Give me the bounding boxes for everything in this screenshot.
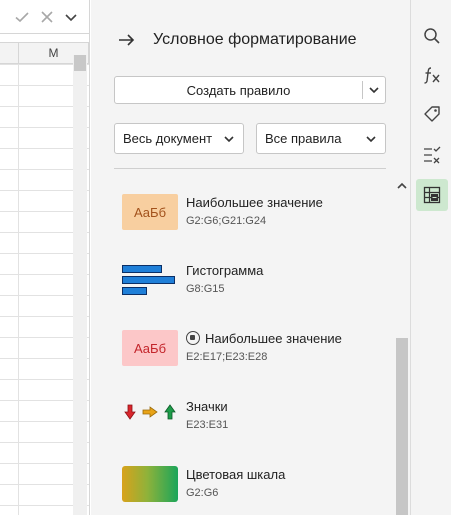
panel-title: Условное форматирование bbox=[153, 31, 357, 48]
format-preview: АаБб bbox=[122, 194, 178, 230]
green-up-arrow-icon bbox=[162, 404, 178, 420]
rule-range: G8:G15 bbox=[186, 283, 225, 295]
rule-range: G2:G6;G21:G24 bbox=[186, 215, 267, 227]
panel-scrollbar-thumb[interactable] bbox=[396, 338, 408, 515]
right-tool-rail bbox=[410, 0, 451, 515]
arrow-right-icon[interactable] bbox=[117, 30, 137, 50]
rule-range: G2:G6 bbox=[186, 487, 219, 499]
rule-name: Значки bbox=[186, 399, 228, 414]
formula-bar bbox=[0, 0, 89, 34]
red-down-arrow-icon bbox=[122, 404, 138, 420]
create-rule-button[interactable]: Создать правило bbox=[114, 76, 386, 104]
sheet-scrollbar-thumb[interactable] bbox=[74, 55, 86, 71]
list-item[interactable]: Значки E23:E31 bbox=[122, 398, 382, 458]
checklist-icon[interactable] bbox=[416, 139, 448, 171]
format-preview: АаБб bbox=[122, 330, 178, 366]
orange-right-arrow-icon bbox=[142, 404, 158, 420]
list-item[interactable]: АаБб Наибольшее значение G2:G6;G21:G24 bbox=[122, 194, 382, 254]
chevron-down-icon[interactable] bbox=[363, 77, 385, 103]
list-item[interactable]: Цветовая шкала G2:G6 bbox=[122, 466, 382, 515]
spreadsheet-area: M bbox=[0, 0, 90, 515]
function-icon[interactable] bbox=[416, 59, 448, 91]
rule-name: Наибольшее значение bbox=[205, 331, 342, 346]
rules-filter-dropdown[interactable]: Все правила bbox=[256, 123, 386, 154]
chevron-up-icon[interactable] bbox=[395, 180, 409, 194]
data-bar bbox=[122, 287, 147, 295]
panel-header: Условное форматирование bbox=[117, 28, 357, 52]
sheet-vertical-scrollbar[interactable] bbox=[73, 55, 87, 515]
data-bar bbox=[122, 276, 175, 284]
chevron-down-icon bbox=[361, 129, 381, 149]
create-rule-label: Создать правило bbox=[186, 82, 291, 98]
rule-name: Цветовая шкала bbox=[186, 467, 286, 482]
scope-dropdown-value: Весь документ bbox=[123, 131, 213, 146]
column-header-previous[interactable] bbox=[0, 43, 19, 63]
rule-name: Наибольшее значение bbox=[186, 195, 323, 210]
conditional-formatting-icon[interactable] bbox=[416, 179, 448, 211]
color-scale-preview bbox=[122, 466, 178, 502]
rule-name: Гистограмма bbox=[186, 263, 264, 278]
tag-icon[interactable] bbox=[416, 98, 448, 130]
close-icon[interactable] bbox=[39, 9, 55, 25]
search-icon[interactable] bbox=[416, 20, 448, 52]
conditional-formatting-panel: Условное форматирование Создать правило … bbox=[91, 0, 410, 515]
rule-range: E2:E17;E23:E28 bbox=[186, 351, 268, 363]
list-item[interactable]: Гистограмма G8:G15 bbox=[122, 262, 382, 322]
chevron-down-icon[interactable] bbox=[63, 9, 79, 25]
rules-filter-value: Все правила bbox=[265, 131, 342, 146]
list-item[interactable]: АаБб Наибольшее значение E2:E17;E23:E28 bbox=[122, 330, 382, 390]
scope-dropdown[interactable]: Весь документ bbox=[114, 123, 244, 154]
divider bbox=[114, 168, 386, 169]
data-bar bbox=[122, 265, 162, 273]
stop-if-true-icon bbox=[186, 331, 200, 345]
icon-set-preview bbox=[122, 402, 178, 422]
chevron-down-icon bbox=[219, 129, 239, 149]
rule-range: E23:E31 bbox=[186, 419, 229, 431]
check-icon[interactable] bbox=[14, 9, 30, 25]
rule-name-row: Наибольшее значение bbox=[186, 331, 342, 346]
data-bars-icon bbox=[122, 263, 178, 299]
